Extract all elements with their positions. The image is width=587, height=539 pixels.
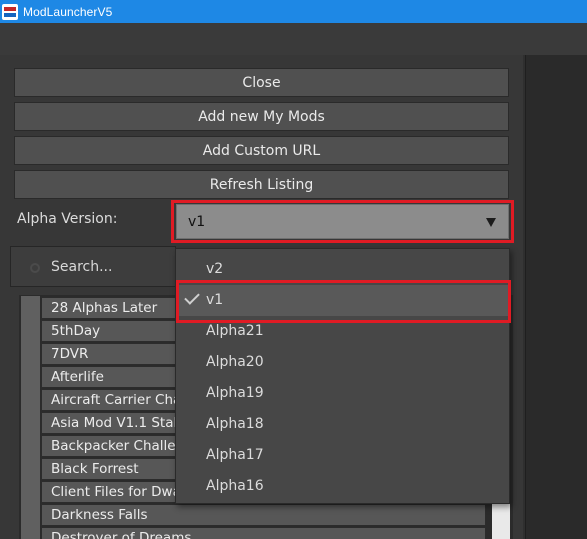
search-box [10, 246, 176, 287]
window-title: ModLauncherV5 [23, 4, 113, 19]
version-option[interactable]: v2 [176, 254, 509, 285]
version-option-selected[interactable]: v1 [176, 285, 509, 316]
right-panel [525, 55, 587, 539]
add-custom-url-button[interactable]: Add Custom URL [14, 136, 509, 165]
title-bar: ModLauncherV5 [0, 0, 587, 23]
mod-item[interactable]: Darkness Falls [41, 504, 486, 526]
mod-list-gutter [21, 296, 40, 539]
add-my-mods-button[interactable]: Add new My Mods [14, 102, 509, 131]
mod-item[interactable]: Destroyer of Dreams [41, 527, 486, 539]
version-option[interactable]: Alpha17 [176, 440, 509, 471]
version-dropdown: v2 v1 Alpha21 Alpha20 Alpha19 Alpha18 Al… [175, 248, 510, 504]
version-option[interactable]: Alpha19 [176, 378, 509, 409]
refresh-listing-button[interactable]: Refresh Listing [14, 170, 509, 199]
app-logo-icon [2, 3, 18, 20]
chevron-down-icon [486, 218, 496, 227]
version-option-label: v1 [206, 292, 224, 308]
version-option[interactable]: Alpha21 [176, 316, 509, 347]
alpha-version-select[interactable]: v1 [176, 204, 509, 239]
toolbar-strip [0, 23, 587, 55]
alpha-version-value: v1 [188, 213, 206, 230]
search-input[interactable] [51, 255, 171, 279]
version-option[interactable]: Alpha18 [176, 409, 509, 440]
close-button[interactable]: Close [14, 68, 509, 97]
alpha-version-label: Alpha Version: [17, 211, 118, 227]
version-option[interactable]: Alpha20 [176, 347, 509, 378]
search-icon [30, 263, 40, 273]
version-option[interactable]: Alpha16 [176, 471, 509, 502]
checkmark-icon [184, 289, 200, 305]
